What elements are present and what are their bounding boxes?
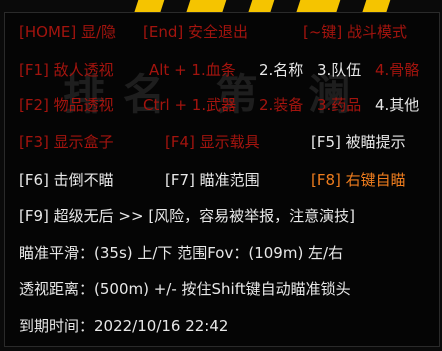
hotkey-row-display: [F3] 显示盒子 [F4] 显示载具 [F5] 被瞄提示 (19, 131, 439, 153)
safe-exit-label: [End] 安全退出 (143, 23, 248, 41)
enemy-esp-label: [F1] 敌人透视 (19, 61, 114, 79)
right-click-aimbot-label: [F8] 右键自瞄 (311, 171, 406, 189)
team-option: 3.队伍 (317, 61, 362, 79)
aim-smoothing-fov-label: 瞄准平滑：(35s) 上/下 范围Fov：(109m) 左/右 (19, 244, 344, 262)
esp-distance-label: 透视距离：(500m) +/- 按住Shift键自动瞄准锁头 (19, 280, 351, 298)
other-option: 4.其他 (375, 96, 420, 114)
show-vehicle-label: [F4] 显示载具 (165, 133, 260, 151)
combat-mode-label: [~键] 战斗模式 (303, 23, 408, 41)
item-esp-label: [F2] 物品透视 (19, 96, 114, 114)
aimed-warning-label: [F5] 被瞄提示 (311, 133, 406, 151)
banner-glyph (362, 0, 394, 12)
no-aim-downed-label: [F6] 击倒不瞄 (19, 171, 114, 189)
settings-row-smoothing: 瞄准平滑：(35s) 上/下 范围Fov：(109m) 左/右 (19, 242, 439, 264)
hotkey-row-aim: [F6] 击倒不瞄 [F7] 瞄准范围 [F8] 右键自瞄 (19, 169, 439, 191)
equipment-option: 2.装备 (259, 96, 304, 114)
no-recoil-label: [F9] 超级无后 >> [风险，容易被举报，注意演技] (19, 207, 356, 225)
toggle-visibility-label: [HOME] 显/隐 (19, 23, 117, 41)
health-bar-option: Alt + 1.血条 (149, 61, 236, 79)
hotkey-row-enemy-esp: [F1] 敌人透视 Alt + 1.血条 2.名称 3.队伍 4.骨骼 (19, 59, 439, 81)
expiry-time-label: 到期时间：2022/10/16 22:42 (19, 317, 229, 335)
skeleton-option: 4.骨骼 (375, 61, 420, 79)
hotkey-row-system: [HOME] 显/隐 [End] 安全退出 [~键] 战斗模式 (19, 21, 439, 43)
aim-range-label: [F7] 瞄准范围 (165, 171, 260, 189)
settings-row-distance: 透视距离：(500m) +/- 按住Shift键自动瞄准锁头 (19, 278, 439, 300)
name-option: 2.名称 (259, 61, 304, 79)
banner-glyph (134, 0, 168, 12)
banner-glyph (296, 0, 344, 12)
expiry-row: 到期时间：2022/10/16 22:42 (19, 315, 439, 337)
banner-glyph (186, 0, 230, 12)
medicine-option: 3.药品 (317, 96, 362, 114)
banner-glyph (248, 0, 278, 12)
hotkey-row-item-esp: [F2] 物品透视 Ctrl + 1.武器 2.装备 3.药品 4.其他 (19, 94, 439, 116)
show-box-label: [F3] 显示盒子 (19, 133, 114, 151)
weapon-option: Ctrl + 1.武器 (143, 96, 237, 114)
hotkey-row-no-recoil: [F9] 超级无后 >> [风险，容易被举报，注意演技] (19, 205, 439, 227)
cheat-menu-panel: 排名 第 澜 [HOME] 显/隐 [End] 安全退出 [~键] 战斗模式 [… (4, 12, 440, 347)
